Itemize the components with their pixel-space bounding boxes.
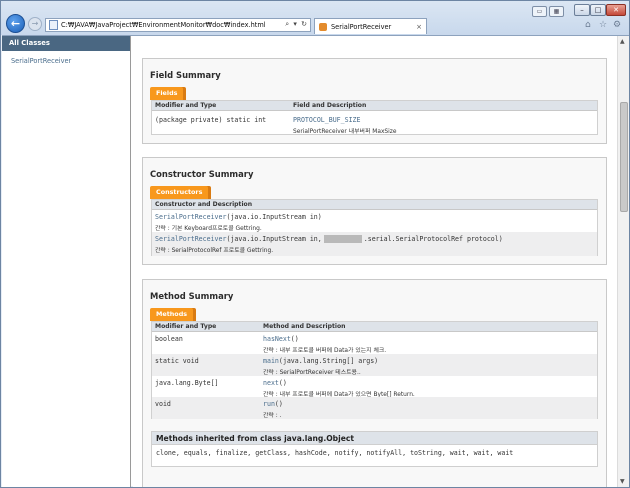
scroll-down-icon[interactable]: ▼ — [620, 478, 625, 485]
constructor-description: 간략 : SerialProtocolRef 프로토콜 Gettring. — [155, 248, 274, 254]
scroll-thumb[interactable] — [620, 102, 628, 212]
inherited-methods-title: Methods inherited from class java.lang.O… — [152, 432, 597, 445]
constructor-summary-section: Constructor Summary Constructors Constru… — [142, 157, 607, 265]
method-signature: hasNext() — [263, 335, 299, 343]
maximize-button[interactable]: □ — [590, 4, 606, 16]
page-viewport: All Classes SerialPortReceiver Field Sum… — [2, 35, 629, 487]
fields-caption: Fields — [150, 87, 184, 100]
address-bar[interactable]: C:₩JAVA₩JavaProject₩EnvironmentMonitor₩d… — [45, 18, 311, 32]
tile-icon[interactable]: ▦ — [549, 6, 564, 17]
close-button[interactable]: ✕ — [606, 4, 626, 16]
method-params: () — [290, 335, 299, 343]
method-description: 간략 : . — [263, 413, 282, 419]
table-row: boolean hasNext() 간략 : 내부 프로토콜 버퍼에 Data가… — [152, 332, 597, 354]
page-icon — [49, 20, 58, 30]
fields-table-header: Modifier and Type Field and Description — [152, 101, 597, 111]
tab-preview-icon[interactable]: ▭ — [532, 6, 547, 17]
vertical-scrollbar[interactable]: ▲ ▼ — [617, 36, 629, 487]
field-description: SerialPortReceiver 내부버퍼 MaxSize — [293, 129, 397, 135]
class-detail-frame: Field Summary Fields Modifier and Type F… — [133, 36, 617, 487]
col-method-description: Method and Description — [263, 323, 346, 330]
title-bar: ▭ ▦ – □ ✕ ← → C:₩JAVA₩JavaProject₩Enviro… — [1, 1, 629, 35]
redacted-block — [323, 235, 362, 243]
all-classes-frame: All Classes SerialPortReceiver — [2, 36, 131, 487]
methods-caption: Methods — [150, 308, 194, 321]
field-name-link[interactable]: PROTOCOL_BUF_SIZE — [293, 116, 361, 124]
constructor-link[interactable]: SerialPortReceiver — [155, 213, 226, 221]
constructor-summary-title: Constructor Summary — [150, 169, 254, 179]
constructor-signature: SerialPortReceiver(java.io.InputStream i… — [155, 213, 322, 221]
field-summary-title: Field Summary — [150, 70, 221, 80]
all-classes-header: All Classes — [2, 36, 130, 51]
browser-window: ▭ ▦ – □ ✕ ← → C:₩JAVA₩JavaProject₩Enviro… — [0, 0, 630, 488]
field-modifier: (package private) static int — [155, 116, 267, 124]
table-row: static void main(java.lang.String[] args… — [152, 354, 597, 376]
favorites-star-icon[interactable]: ☆ — [599, 20, 607, 30]
method-signature: run() — [263, 400, 283, 408]
constructor-params-rest: .serial.SerialProtocolRef protocol) — [363, 235, 503, 243]
method-summary-section: Method Summary Methods Modifier and Type… — [142, 279, 607, 487]
method-modifier: void — [155, 400, 171, 408]
class-link-serialportreceiver[interactable]: SerialPortReceiver — [11, 57, 130, 65]
table-row: SerialPortReceiver(java.io.InputStream i… — [152, 232, 597, 256]
method-params: (java.lang.String[] args) — [278, 357, 379, 365]
method-signature: next() — [263, 379, 287, 387]
constructor-params: (java.io.InputStream in) — [226, 213, 322, 221]
forward-button[interactable]: → — [28, 17, 42, 31]
method-modifier: static void — [155, 357, 199, 365]
col-modifier-type: Modifier and Type — [155, 102, 217, 109]
table-row: void run() 간략 : . — [152, 397, 597, 419]
minimize-button[interactable]: – — [574, 4, 590, 16]
method-signature: main(java.lang.String[] args) — [263, 357, 378, 365]
tab-serialportreceiver[interactable]: SerialPortReceiver × — [314, 18, 427, 34]
col-constructor-description: Constructor and Description — [155, 201, 253, 208]
constructor-signature: SerialPortReceiver(java.io.InputStream i… — [155, 235, 503, 243]
method-description: 간략 : SerialPortReceiver 테스트용.. — [263, 370, 361, 376]
java-page-icon — [319, 22, 327, 31]
table-row: (package private) static int PROTOCOL_BU… — [152, 111, 597, 135]
constructors-table-header: Constructor and Description — [152, 200, 597, 210]
constructor-description: 간략 : 기본 Keyboard프로토콜 Gettring. — [155, 226, 262, 232]
inherited-methods-block: Methods inherited from class java.lang.O… — [151, 431, 598, 467]
col-field-description: Field and Description — [293, 102, 367, 109]
method-modifier: java.lang.Byte[] — [155, 379, 219, 387]
constructor-link[interactable]: SerialPortReceiver — [155, 235, 226, 243]
col-modifier-type: Modifier and Type — [155, 323, 217, 330]
tab-title: SerialPortReceiver — [331, 22, 392, 31]
fields-table: Modifier and Type Field and Description … — [151, 100, 598, 135]
method-summary-title: Method Summary — [150, 291, 234, 301]
method-params: () — [274, 400, 283, 408]
table-row: SerialPortReceiver(java.io.InputStream i… — [152, 210, 597, 232]
home-icon[interactable]: ⌂ — [585, 20, 591, 30]
methods-table: Modifier and Type Method and Description… — [151, 321, 598, 419]
constructors-caption: Constructors — [150, 186, 209, 199]
method-link[interactable]: main — [263, 357, 279, 365]
method-modifier: boolean — [155, 335, 183, 343]
inherited-methods-list: clone, equals, finalize, getClass, hashC… — [156, 449, 514, 457]
method-description: 간략 : 내부 프로토콜 버퍼에 Data가 있는지 체크. — [263, 348, 387, 354]
address-url[interactable]: C:₩JAVA₩JavaProject₩EnvironmentMonitor₩d… — [61, 21, 266, 29]
address-tools-icon[interactable]: ⌕ ▾ ↻ — [285, 20, 308, 29]
method-params: () — [278, 379, 287, 387]
method-link[interactable]: next — [263, 379, 279, 387]
tab-close-icon[interactable]: × — [416, 23, 422, 31]
method-link[interactable]: hasNext — [263, 335, 291, 343]
constructor-params: (java.io.InputStream in, — [226, 235, 322, 243]
field-summary-section: Field Summary Fields Modifier and Type F… — [142, 58, 607, 144]
table-row: java.lang.Byte[] next() 간략 : 내부 프로토콜 버퍼에… — [152, 376, 597, 398]
scroll-up-icon[interactable]: ▲ — [620, 38, 625, 45]
constructors-table: Constructor and Description SerialPortRe… — [151, 199, 598, 256]
method-link[interactable]: run — [263, 400, 275, 408]
back-button[interactable]: ← — [6, 14, 25, 33]
methods-table-header: Modifier and Type Method and Description — [152, 322, 597, 332]
settings-gear-icon[interactable]: ⚙ — [613, 20, 621, 30]
